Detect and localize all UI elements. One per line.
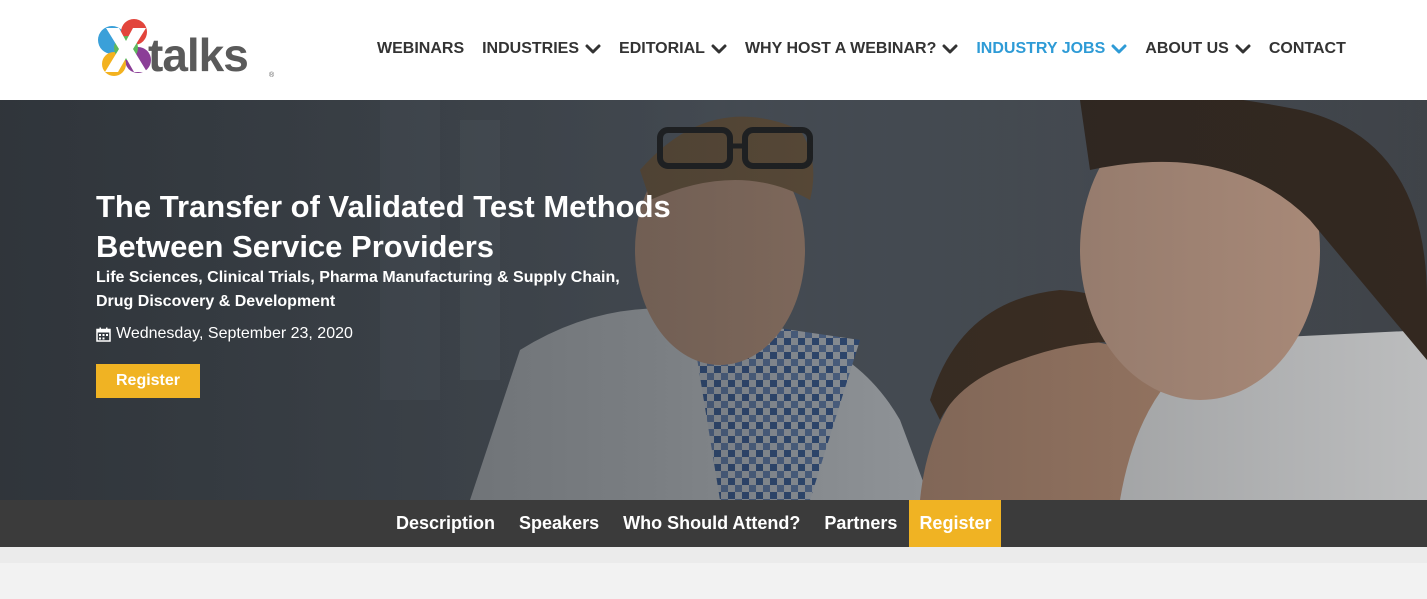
subnav-item-register[interactable]: Register [909, 500, 1002, 547]
nav-item-why-host[interactable]: WHY HOST A WEBINAR? [745, 40, 958, 58]
chevron-down-icon [1235, 43, 1251, 55]
subnav-item-description[interactable]: Description [384, 500, 507, 547]
nav-item-about-us[interactable]: ABOUT US [1145, 40, 1251, 58]
nav-item-industry-jobs[interactable]: INDUSTRY JOBS [976, 40, 1127, 58]
xtalks-logo-graphic: talks ® [98, 19, 275, 81]
content-divider [0, 547, 1427, 563]
nav-item-label: ABOUT US [1145, 40, 1229, 57]
subnav-item-speakers[interactable]: Speakers [507, 500, 611, 547]
nav-item-label: WHY HOST A WEBINAR? [744, 40, 937, 57]
nav-item-editorial[interactable]: EDITORIAL [619, 40, 727, 58]
calendar-icon [96, 327, 111, 342]
svg-text:®: ® [269, 71, 275, 79]
nav-item-label: INDUSTRIES [482, 40, 580, 57]
register-button[interactable]: Register [96, 364, 200, 398]
nav-item-webinars[interactable]: WEBINARS [377, 40, 464, 58]
chevron-down-icon [1111, 43, 1127, 55]
webinar-subnav: Description Speakers Who Should Attend? … [0, 500, 1427, 547]
main-nav: WEBINARS INDUSTRIES EDITORIAL WHY HOST A… [377, 38, 1346, 60]
hero-banner: The Transfer of Validated Test Methods B… [0, 100, 1427, 500]
subnav-item-partners[interactable]: Partners [812, 500, 909, 547]
nav-item-label: CONTACT [1268, 40, 1346, 57]
subnav-item-who-should-attend[interactable]: Who Should Attend? [611, 500, 812, 547]
xtalks-logo[interactable]: talks ® [94, 14, 284, 84]
logo-text: talks [148, 29, 248, 81]
webinar-categories: Life Sciences, Clinical Trials, Pharma M… [96, 269, 620, 310]
webinar-title: The Transfer of Validated Test Methods B… [96, 189, 671, 264]
chevron-down-icon [585, 43, 601, 55]
chevron-down-icon [711, 43, 727, 55]
nav-item-label: EDITORIAL [619, 40, 705, 57]
webinar-date-text: Wednesday, September 23, 2020 [116, 325, 353, 342]
nav-item-label: INDUSTRY JOBS [976, 40, 1106, 57]
webinar-date: Wednesday, September 23, 2020 [96, 325, 353, 343]
site-header: talks ® WEBINARS INDUSTRIES EDITORIAL WH… [0, 0, 1427, 100]
nav-item-contact[interactable]: CONTACT [1269, 40, 1346, 58]
chevron-down-icon [942, 43, 958, 55]
nav-item-label: WEBINARS [377, 40, 465, 57]
nav-item-industries[interactable]: INDUSTRIES [482, 40, 601, 58]
